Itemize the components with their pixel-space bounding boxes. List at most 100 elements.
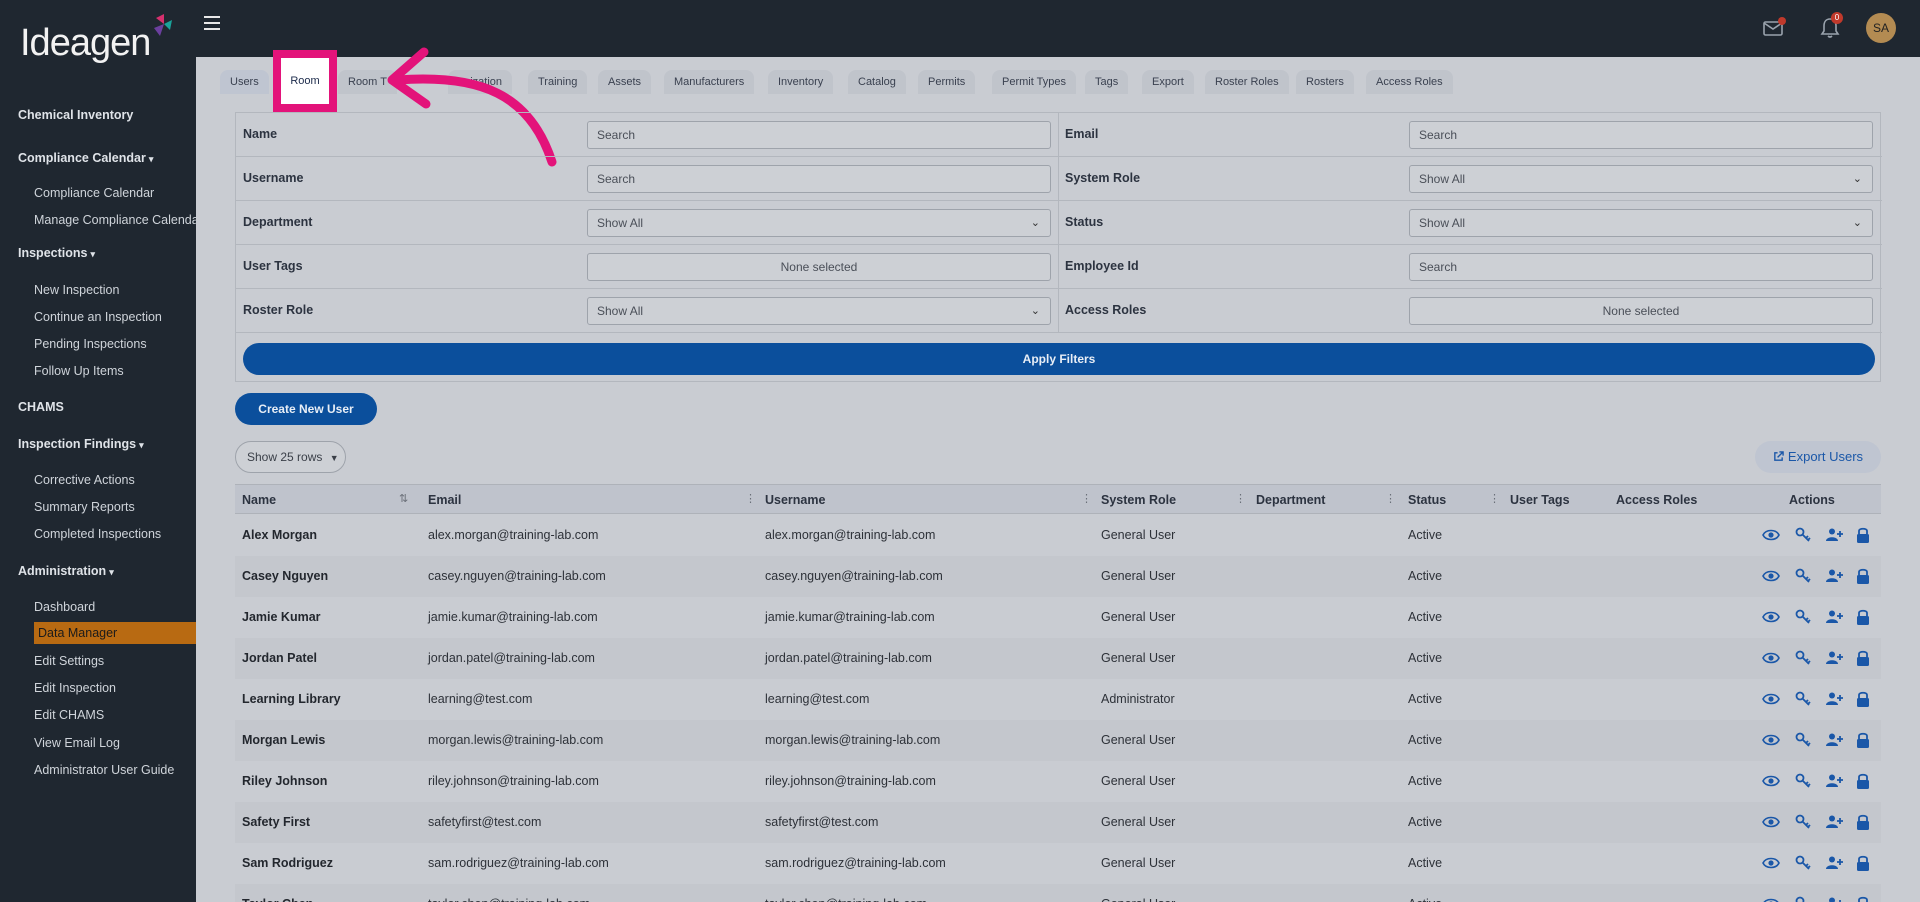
table-row[interactable]: Riley Johnson riley.johnson@training-lab.… [235,761,1881,802]
sidebar-item-inspections[interactable]: Inspections ▾ [18,246,214,260]
lock-icon[interactable] [1854,813,1872,831]
lock-icon[interactable] [1854,526,1872,544]
sidebar-item-compliance-calendar[interactable]: Compliance Calendar ▾ [18,151,214,165]
user-plus-icon[interactable] [1825,526,1843,544]
export-users-button[interactable]: Export Users [1755,441,1881,473]
rows-per-page-select[interactable]: Show 25 rows ▼ [235,441,346,473]
lock-icon[interactable] [1854,690,1872,708]
department-select[interactable]: Show All ⌄ [587,209,1051,237]
tab-permit-types[interactable]: Permit Types [992,70,1076,94]
key-icon[interactable] [1794,608,1812,626]
ideagen-logo[interactable]: Ideagen [20,14,180,64]
sidebar-item-administration[interactable]: Administration ▾ [18,564,214,578]
table-row[interactable]: Morgan Lewis morgan.lewis@training-lab.co… [235,720,1881,761]
lock-icon[interactable] [1854,567,1872,585]
table-row[interactable]: Alex Morgan alex.morgan@training-lab.com a… [235,515,1881,556]
tab-roster-roles[interactable]: Roster Roles [1205,70,1289,94]
column-header-system-role[interactable]: System Role [1101,493,1176,507]
email-search-input[interactable]: Search [1409,121,1873,149]
name-search-input[interactable]: Search [587,121,1051,149]
column-menu-icon[interactable]: ⋮ [745,492,756,505]
key-icon[interactable] [1794,895,1812,902]
key-icon[interactable] [1794,526,1812,544]
tab-manufacturers[interactable]: Manufacturers [664,70,755,94]
access-roles-multiselect[interactable]: None selected [1409,297,1873,325]
eye-icon[interactable] [1762,895,1780,902]
sort-icon[interactable]: ⇅ [399,492,408,505]
table-row[interactable]: Jordan Patel jordan.patel@training-lab.co… [235,638,1881,679]
tab-assets[interactable]: Assets [598,70,652,94]
user-plus-icon[interactable] [1825,690,1843,708]
column-menu-icon[interactable]: ⋮ [1081,492,1092,505]
column-header-email[interactable]: Email [428,493,461,507]
employee-id-search-input[interactable]: Search [1409,253,1873,281]
eye-icon[interactable] [1762,772,1780,790]
column-header-username[interactable]: Username [765,493,825,507]
eye-icon[interactable] [1762,608,1780,626]
user-plus-icon[interactable] [1825,895,1843,902]
lock-icon[interactable] [1854,854,1872,872]
create-new-user-button[interactable]: Create New User [235,393,377,425]
status-select[interactable]: Show All ⌄ [1409,209,1873,237]
key-icon[interactable] [1794,690,1812,708]
tab-rosters[interactable]: Rosters [1296,70,1354,94]
tab-tags[interactable]: Tags [1085,70,1129,94]
user-plus-icon[interactable] [1825,649,1843,667]
column-header-access-roles[interactable]: Access Roles [1616,493,1697,507]
lock-icon[interactable] [1854,649,1872,667]
table-row[interactable]: Sam Rodriguez sam.rodriguez@training-lab.… [235,843,1881,884]
table-row[interactable]: Learning Library learning@test.com learnin… [235,679,1881,720]
eye-icon[interactable] [1762,526,1780,544]
column-header-name[interactable]: Name [242,493,276,507]
column-menu-icon[interactable]: ⋮ [1235,492,1246,505]
tab-inventory[interactable]: Inventory [768,70,834,94]
key-icon[interactable] [1794,854,1812,872]
eye-icon[interactable] [1762,567,1780,585]
table-row[interactable]: Safety First safetyfirst@test.com safetyfi… [235,802,1881,843]
apply-filters-button[interactable]: Apply Filters [243,343,1875,375]
table-row[interactable]: Taylor Chen taylor.chen@training-lab.com t… [235,884,1881,902]
user-avatar[interactable]: SA [1866,13,1896,43]
tab-permits[interactable]: Permits [918,70,976,94]
lock-icon[interactable] [1854,608,1872,626]
eye-icon[interactable] [1762,690,1780,708]
hamburger-menu-icon[interactable] [204,16,220,30]
key-icon[interactable] [1794,649,1812,667]
lock-icon[interactable] [1854,772,1872,790]
tab-catalog[interactable]: Catalog [848,70,906,94]
username-search-input[interactable]: Search [587,165,1051,193]
user-plus-icon[interactable] [1825,567,1843,585]
user-tags-multiselect[interactable]: None selected [587,253,1051,281]
eye-icon[interactable] [1762,731,1780,749]
sidebar-item-chams[interactable]: CHAMS [18,400,214,414]
tab-users[interactable]: Users [220,70,269,94]
key-icon[interactable] [1794,813,1812,831]
mail-icon[interactable] [1762,16,1786,40]
column-menu-icon[interactable]: ⋮ [1385,492,1396,505]
user-plus-icon[interactable] [1825,608,1843,626]
table-row[interactable]: Jamie Kumar jamie.kumar@training-lab.com j… [235,597,1881,638]
user-plus-icon[interactable] [1825,813,1843,831]
tab-export[interactable]: Export [1142,70,1194,94]
column-header-department[interactable]: Department [1256,493,1325,507]
column-header-user-tags[interactable]: User Tags [1510,493,1570,507]
tab-access-roles[interactable]: Access Roles [1366,70,1453,94]
key-icon[interactable] [1794,567,1812,585]
eye-icon[interactable] [1762,649,1780,667]
column-header-status[interactable]: Status [1408,493,1446,507]
sidebar-item-chemical-inventory[interactable]: Chemical Inventory [18,108,214,122]
tab-room-highlighted[interactable]: Room [273,50,337,112]
eye-icon[interactable] [1762,854,1780,872]
lock-icon[interactable] [1854,895,1872,902]
sidebar-item-data-manager[interactable]: Data Manager [34,622,196,644]
roster-role-select[interactable]: Show All ⌄ [587,297,1051,325]
table-row[interactable]: Casey Nguyen casey.nguyen@training-lab.co… [235,556,1881,597]
column-menu-icon[interactable]: ⋮ [1489,492,1500,505]
lock-icon[interactable] [1854,731,1872,749]
user-plus-icon[interactable] [1825,731,1843,749]
key-icon[interactable] [1794,772,1812,790]
eye-icon[interactable] [1762,813,1780,831]
user-plus-icon[interactable] [1825,854,1843,872]
user-plus-icon[interactable] [1825,772,1843,790]
bell-icon[interactable]: 0 [1818,12,1843,40]
